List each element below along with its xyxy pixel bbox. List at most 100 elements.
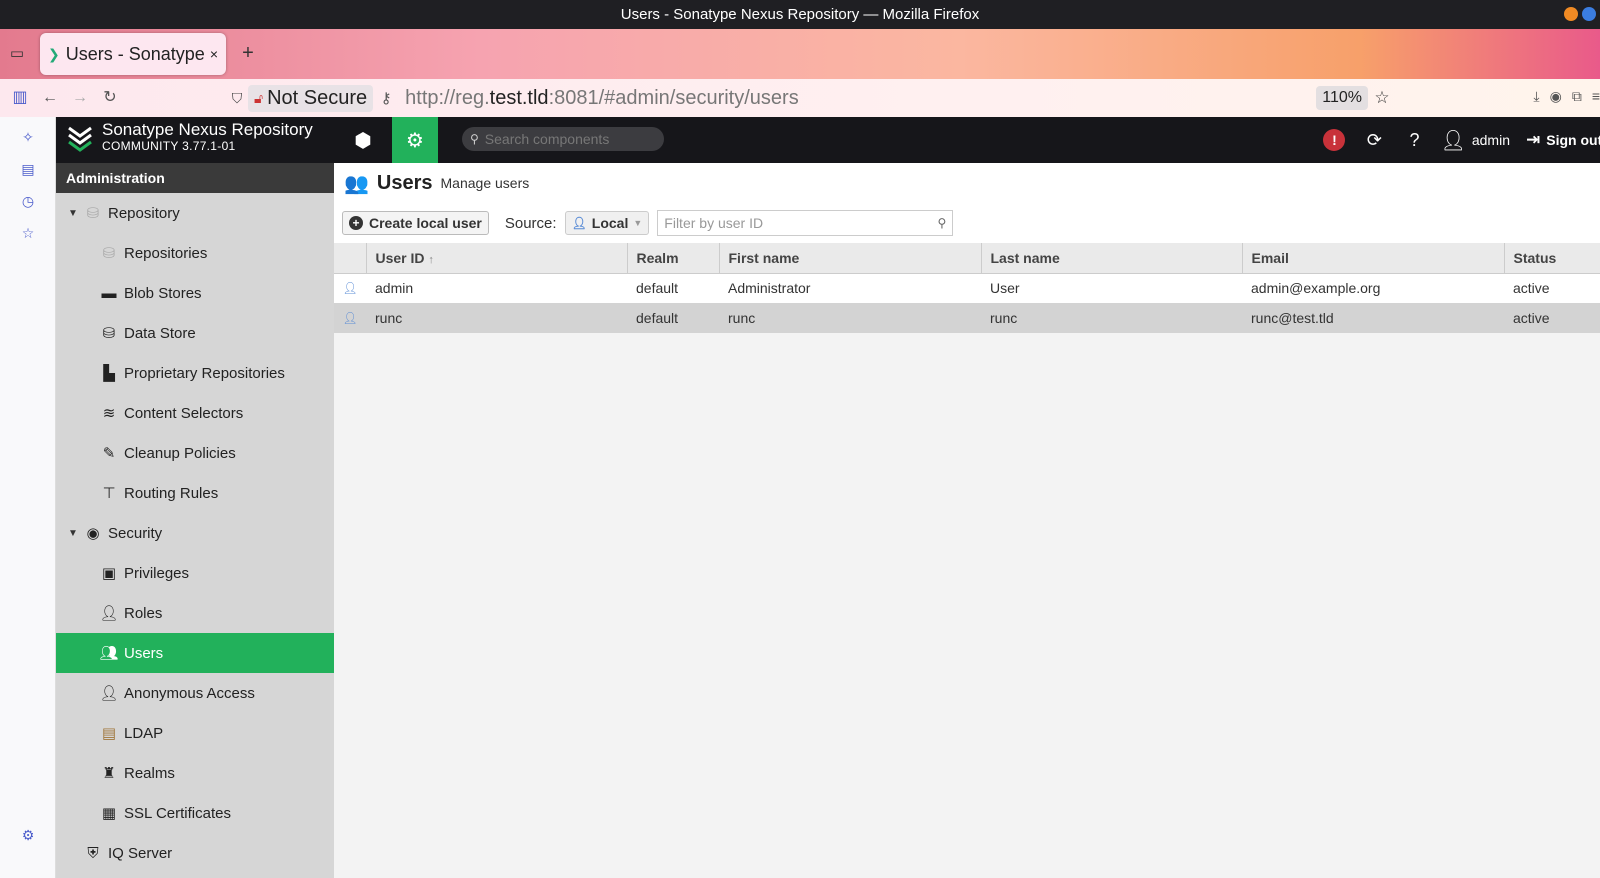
cell-status: active [1504, 303, 1600, 333]
admin-navigation: Administration ▼ ⛁ Repository ⛁ Reposito… [56, 163, 334, 878]
nav-item-blob-stores[interactable]: ▬ Blob Stores [56, 273, 334, 313]
nav-item-label: Users [124, 644, 164, 662]
tracking-shield-icon[interactable]: ⛉ [226, 90, 248, 107]
nav-item-repository[interactable]: ▼ ⛁ Repository [56, 193, 334, 233]
nav-item-label: Routing Rules [124, 484, 219, 502]
nav-item-cleanup-policies[interactable]: ✎ Cleanup Policies [56, 433, 334, 473]
search-input[interactable] [484, 131, 645, 147]
nav-item-users[interactable]: 👥︎ Users [56, 633, 334, 673]
database-icon: ⛁ [102, 245, 116, 262]
broom-icon: ✎ [102, 445, 116, 462]
nav-item-label: Roles [124, 604, 163, 622]
column-header-email[interactable]: Email [1242, 243, 1505, 274]
nav-item-label: Proprietary Repositories [124, 364, 285, 382]
page-title: Users [376, 171, 433, 194]
user-icon: 👤︎ [334, 273, 366, 303]
close-tab-icon[interactable]: × [210, 46, 218, 62]
table-row[interactable]: 👤︎ runc default runc runc runc@test.tld … [334, 303, 1600, 333]
tab-overview-icon[interactable]: ▭ [5, 42, 29, 66]
security-indicator[interactable]: 🔓︎ Not Secure [248, 84, 374, 112]
column-header-first-name[interactable]: First name [719, 243, 982, 274]
ai-chat-icon[interactable]: ✧ [18, 129, 38, 149]
bookmark-star-icon[interactable]: ☆ [1368, 88, 1396, 108]
browser-tab[interactable]: ❯ Users - Sonatype Nexus Repository × [40, 33, 226, 75]
minimize-button[interactable] [1564, 7, 1578, 21]
url-text[interactable]: http://reg.test.tld:8081/#admin/security… [405, 87, 1316, 110]
column-header-userid[interactable]: User ID ↑ [366, 243, 628, 274]
nav-item-security[interactable]: ▼ ◉ Security [56, 513, 334, 553]
nav-item-privileges[interactable]: ▣ Privileges [56, 553, 334, 593]
column-header-realm[interactable]: Realm [627, 243, 720, 274]
history-icon[interactable]: ◷ [18, 193, 38, 213]
tab-strip: ▭ ❯ Users - Sonatype Nexus Repository × … [0, 29, 1600, 79]
admin-gear-icon[interactable]: ⚙ [392, 117, 438, 163]
cell-first-name: Administrator [719, 273, 981, 303]
toolbar-right: ⤓ ◉ ⧉ ≡ [1533, 88, 1600, 105]
nav-item-realms[interactable]: ♜ Realms [56, 753, 334, 793]
downloads-icon[interactable]: ⤓ [1533, 88, 1539, 105]
nav-item-proprietary-repositories[interactable]: ▙ Proprietary Repositories [56, 353, 334, 393]
nav-item-ssl-certificates[interactable]: ▦ SSL Certificates [56, 793, 334, 833]
synced-tabs-icon[interactable]: ▤ [18, 161, 38, 181]
nav-item-data-store[interactable]: ⛁ Data Store [56, 313, 334, 353]
column-header-status[interactable]: Status [1504, 243, 1600, 274]
account-icon[interactable]: ◉ [1550, 88, 1562, 105]
cell-userid: admin [366, 273, 627, 303]
refresh-icon[interactable]: ⟳ [1354, 130, 1394, 151]
nav-item-anonymous-access[interactable]: 👤︎ Anonymous Access [56, 673, 334, 713]
cell-realm: default [627, 273, 719, 303]
nav-item-label: Content Selectors [124, 404, 244, 422]
expand-caret-icon[interactable]: ▼ [68, 208, 82, 219]
bookmarks-icon[interactable]: ☆ [18, 225, 38, 245]
cell-userid: runc [366, 303, 627, 333]
door-icon: ▙ [103, 365, 115, 382]
brand-version: COMMUNITY 3.77.1-01 [102, 139, 236, 153]
sidebar-toggle-icon[interactable]: ▥ [8, 86, 32, 110]
table-row[interactable]: 👤︎ admin default Administrator User admi… [334, 273, 1600, 303]
nav-item-routing-rules[interactable]: ⊤ Routing Rules [56, 473, 334, 513]
signout-button[interactable]: ⇥ Sign out [1526, 130, 1600, 150]
expand-caret-icon[interactable]: ▼ [68, 528, 82, 539]
create-local-user-button[interactable]: + Create local user [342, 211, 489, 235]
maximize-button[interactable] [1582, 7, 1596, 21]
reload-icon[interactable]: ↻ [98, 86, 122, 110]
menu-icon[interactable]: ≡ [1592, 88, 1600, 105]
nav-item-label: Privileges [124, 564, 190, 582]
user-icon: 👤︎ [334, 303, 366, 333]
url-bar[interactable]: ⛉ 🔓︎ Not Secure ⚷ http://reg.test.tld:80… [226, 82, 1396, 114]
database-icon: ⛁ [86, 205, 100, 222]
cell-realm: default [627, 303, 719, 333]
customize-sidebar-icon[interactable]: ⚙ [18, 827, 38, 847]
signpost-icon: ⊤ [102, 485, 116, 502]
key-icon[interactable]: ⚷ [373, 89, 399, 107]
nav-item-content-selectors[interactable]: ≋ Content Selectors [56, 393, 334, 433]
component-search[interactable]: ⚲ [462, 127, 664, 151]
new-tab-icon[interactable]: + [236, 42, 260, 66]
sort-up-icon: ↑ [428, 253, 434, 266]
back-icon[interactable]: ← [38, 86, 62, 110]
user-filter[interactable]: ⚲ [657, 210, 954, 236]
forward-icon[interactable]: → [68, 86, 92, 110]
extensions-icon[interactable]: ⧉ [1572, 88, 1582, 105]
plus-circle-icon: + [349, 216, 363, 230]
users-icon: 👥︎ [99, 645, 119, 662]
table-header-row: User ID ↑ Realm First name Last name Ema… [334, 243, 1600, 274]
system-status[interactable]: ! [1314, 129, 1354, 151]
nav-item-iq-server[interactable]: ⛨ IQ Server [56, 833, 334, 873]
nav-item-repositories[interactable]: ⛁ Repositories [56, 233, 334, 273]
nexus-header: Sonatype Nexus Repository COMMUNITY 3.77… [56, 117, 1600, 163]
browse-cube-icon[interactable]: ⬢ [340, 117, 386, 163]
nav-item-ldap[interactable]: ▤ LDAP [56, 713, 334, 753]
column-header-icon [334, 243, 367, 274]
source-dropdown[interactable]: 👤︎ Local ▼ [564, 211, 650, 235]
filter-input[interactable] [664, 215, 938, 231]
column-header-last-name[interactable]: Last name [981, 243, 1243, 274]
help-icon[interactable]: ? [1394, 130, 1434, 151]
search-icon: ⚲ [937, 216, 947, 230]
nav-item-roles[interactable]: 👤︎ Roles [56, 593, 334, 633]
zoom-level[interactable]: 110% [1316, 86, 1368, 110]
user-menu[interactable]: 👤︎ admin [1440, 128, 1510, 153]
nav-item-label: Realms [124, 764, 175, 782]
eye-icon: ◉ [86, 525, 100, 542]
nexus-brand[interactable]: Sonatype Nexus Repository COMMUNITY 3.77… [66, 121, 313, 153]
